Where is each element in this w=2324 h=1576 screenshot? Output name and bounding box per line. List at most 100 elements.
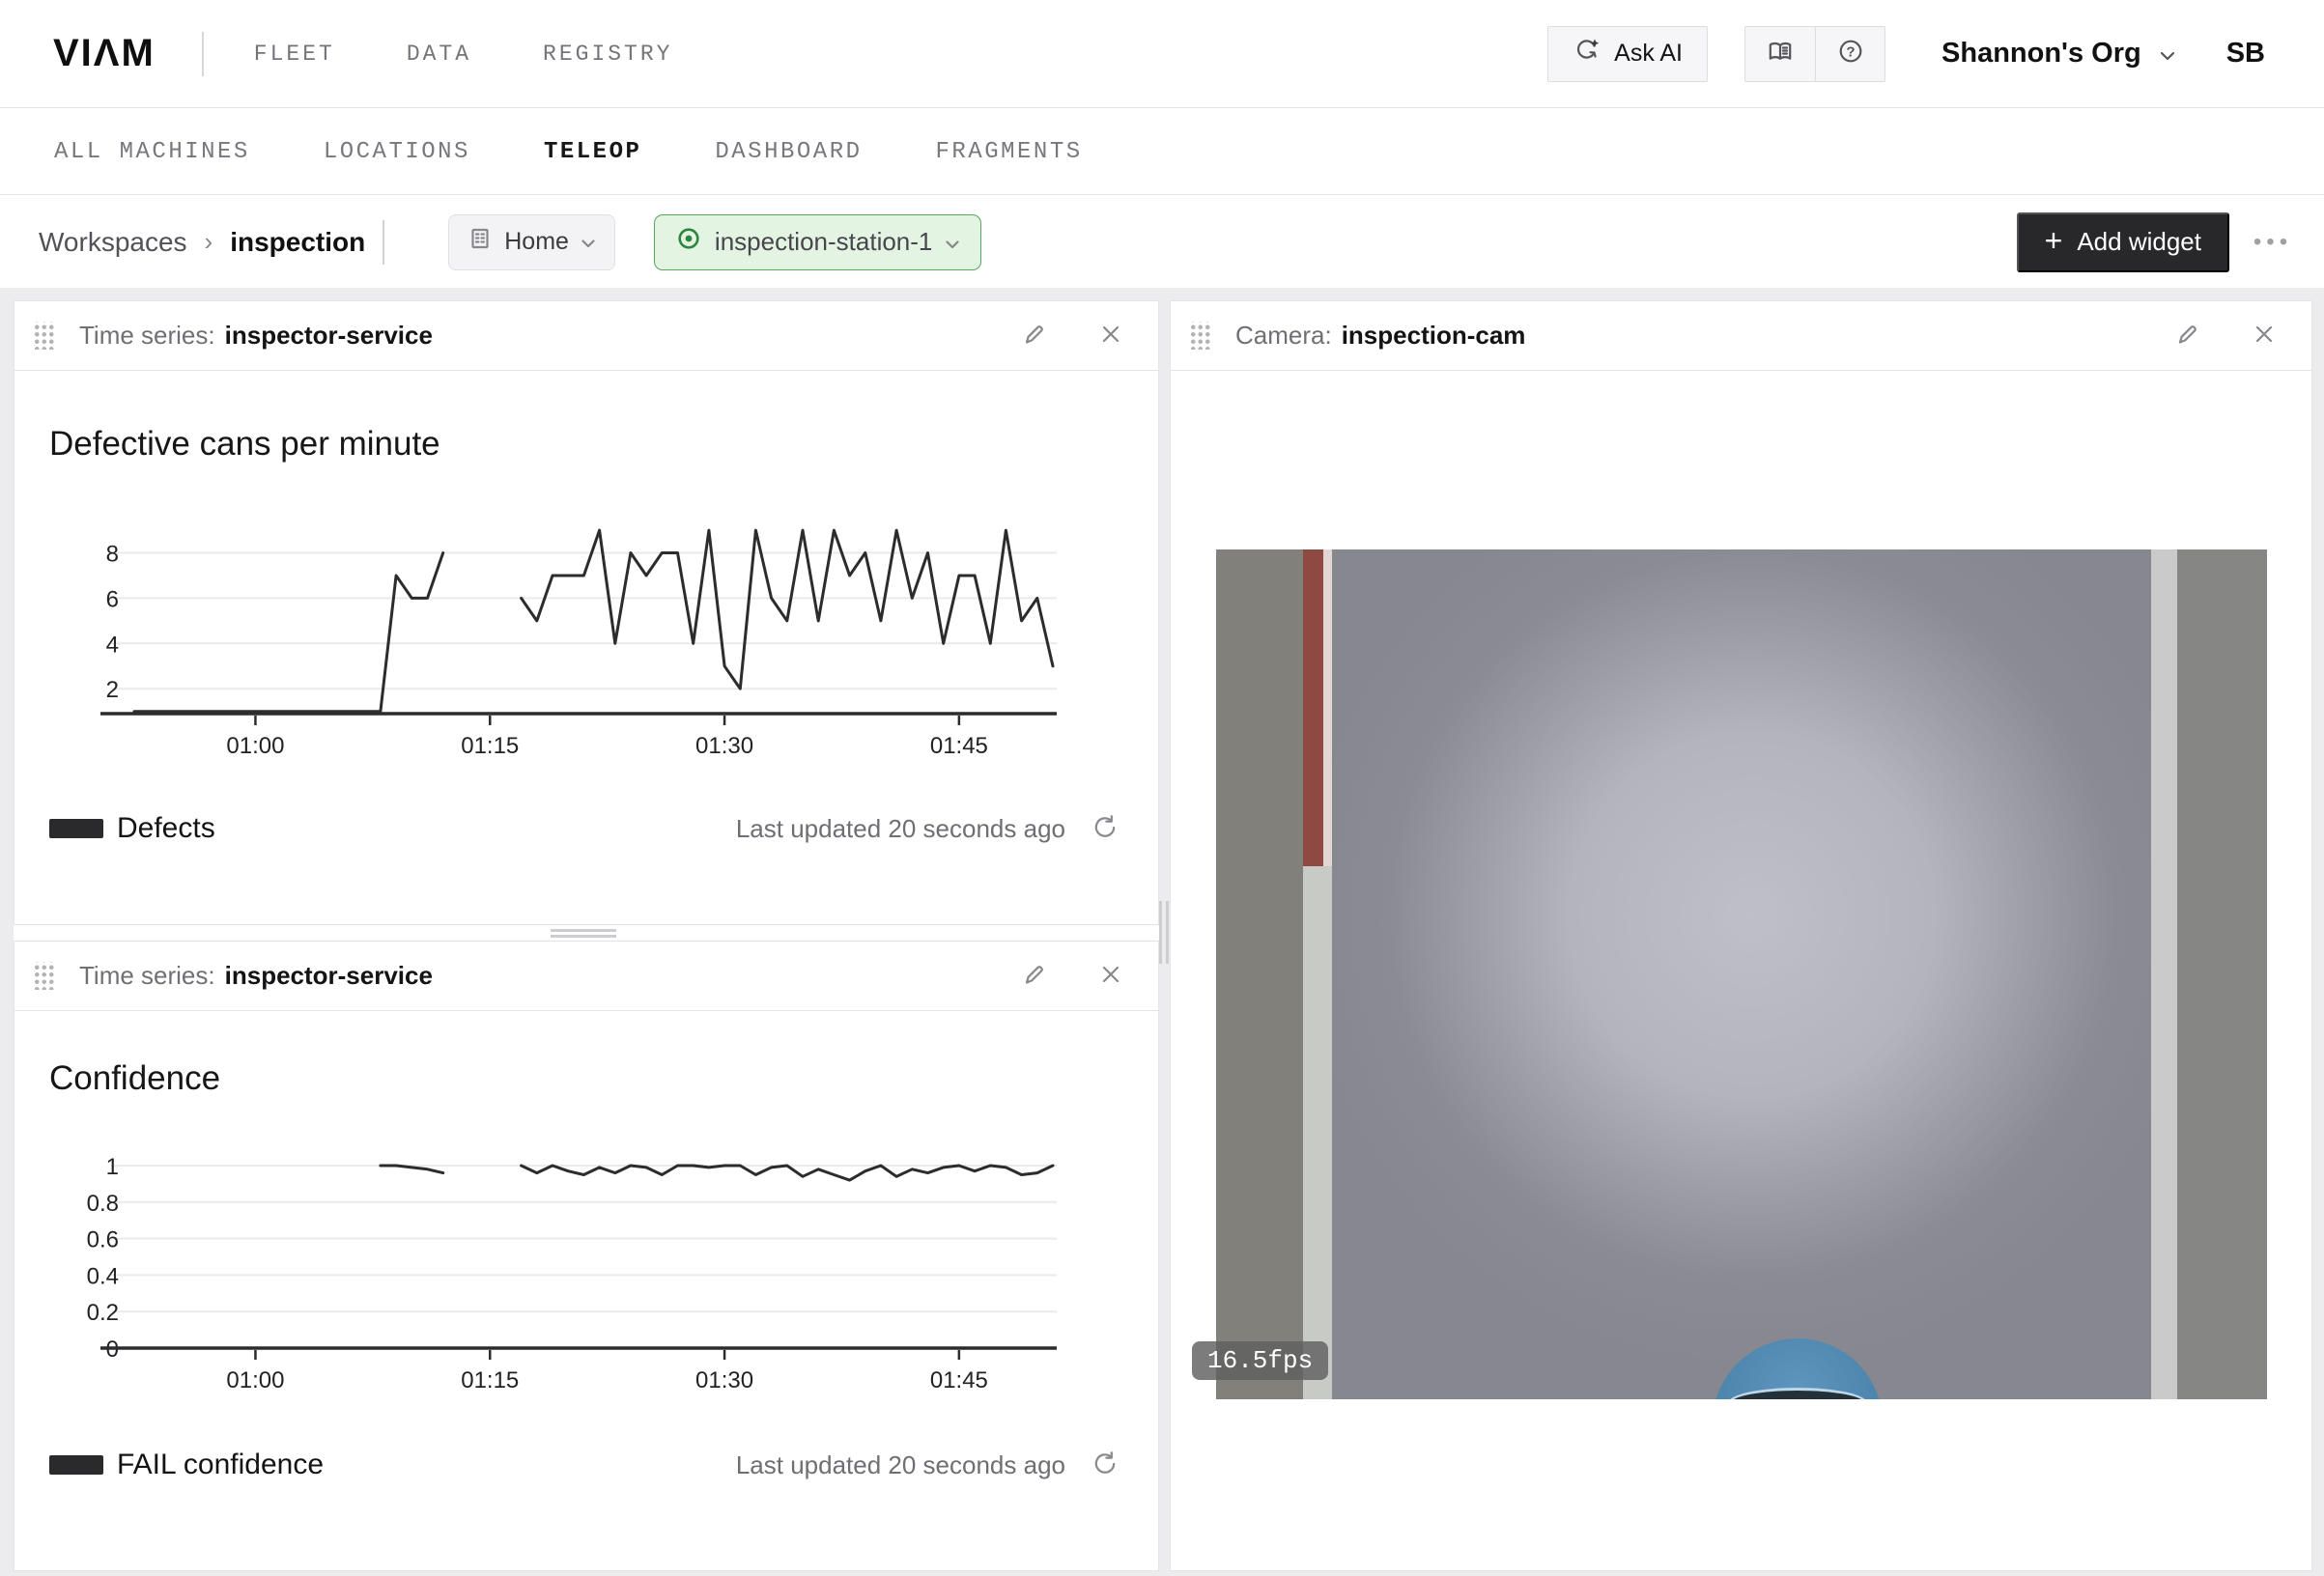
column-resize-grip-icon[interactable] (1159, 901, 1169, 964)
nav-item-data[interactable]: DATA (407, 42, 471, 67)
dashboard-canvas: Time series: inspector-service (0, 288, 2324, 1576)
workspace-name-caret (383, 220, 384, 265)
workspace-name-field[interactable]: inspection (230, 227, 365, 258)
breadcrumb-workspaces[interactable]: Workspaces (39, 227, 187, 258)
widget-source-name: inspection-cam (1342, 321, 1526, 351)
camera-left-band (1216, 549, 1303, 1399)
camera-light-blob (1216, 549, 2267, 1399)
refresh-button[interactable] (1091, 1449, 1119, 1481)
svg-text:1: 1 (106, 1154, 119, 1180)
pencil-icon (1021, 321, 1048, 351)
primary-nav: FLEET DATA REGISTRY (254, 42, 673, 67)
docs-help-group: ? (1744, 26, 1885, 82)
chevron-down-icon (581, 228, 596, 256)
refresh-icon (1091, 1449, 1119, 1481)
building-icon (468, 226, 493, 258)
chevron-down-icon (2159, 38, 2176, 70)
viam-logo[interactable]: VIΛM (53, 32, 156, 75)
last-updated-text: Last updated 20 seconds ago (736, 814, 1065, 844)
refresh-icon (1091, 813, 1119, 845)
svg-text:4: 4 (106, 632, 119, 658)
add-widget-button[interactable]: + Add widget (2017, 212, 2229, 272)
chart-footer: FAIL confidence Last updated 20 seconds … (49, 1444, 1119, 1486)
svg-text:01:00: 01:00 (226, 733, 284, 759)
svg-text:8: 8 (106, 542, 119, 568)
tab-all-machines[interactable]: ALL MACHINES (54, 139, 250, 165)
book-icon (1766, 37, 1795, 70)
viam-teleop-page: VIΛM FLEET DATA REGISTRY Ask AI (0, 0, 2324, 1576)
widget-source-name: inspector-service (225, 961, 433, 991)
close-widget-button[interactable] (2252, 322, 2277, 350)
nav-item-fleet[interactable]: FLEET (254, 42, 335, 67)
location-selector-button[interactable]: Home (448, 214, 615, 270)
confidence-chart: 00.20.40.60.8101:0001:1501:3001:45 (14, 1115, 1158, 1424)
pencil-icon (2174, 321, 2201, 351)
ask-ai-button[interactable]: Ask AI (1547, 26, 1708, 82)
edit-widget-button[interactable] (2174, 321, 2201, 351)
workspace-toolbar: Workspaces › inspection Home (0, 196, 2324, 288)
chevron-down-icon (945, 227, 960, 257)
avatar[interactable]: SB (2226, 38, 2265, 70)
section-tab-bar: ALL MACHINES LOCATIONS TELEOP DASHBOARD … (0, 109, 2324, 195)
widget-header: Time series: inspector-service (14, 942, 1158, 1011)
svg-text:2: 2 (106, 677, 119, 703)
timeseries-widget-defects: Time series: inspector-service (14, 300, 1159, 924)
close-widget-button[interactable] (1098, 962, 1123, 990)
machine-selector-pill[interactable]: inspection-station-1 (654, 214, 981, 270)
question-mark-icon: ? (1836, 37, 1865, 70)
tab-teleop[interactable]: TELEOP (544, 139, 641, 165)
nav-item-registry[interactable]: REGISTRY (543, 42, 672, 67)
documentation-button[interactable] (1745, 27, 1815, 81)
header-right: Ask AI ? (1547, 26, 2271, 82)
svg-text:0.4: 0.4 (87, 1263, 119, 1289)
camera-right-band (2177, 549, 2267, 1399)
edit-widget-button[interactable] (1021, 321, 1048, 351)
drag-handle-icon[interactable] (32, 962, 54, 990)
widget-type-label: Camera: (1235, 321, 1332, 351)
row-resize-gutter[interactable] (14, 924, 1159, 942)
edit-widget-button[interactable] (1021, 961, 1048, 991)
machine-selector-label: inspection-station-1 (715, 227, 932, 257)
svg-text:01:15: 01:15 (461, 1367, 519, 1393)
help-button[interactable]: ? (1815, 27, 1885, 81)
pencil-icon (1021, 961, 1048, 991)
more-menu-button[interactable]: ••• (2245, 229, 2301, 256)
widget-source-name: inspector-service (225, 321, 433, 351)
machine-live-icon (675, 225, 702, 259)
chart-title: Confidence (49, 1059, 220, 1098)
last-updated-text: Last updated 20 seconds ago (736, 1450, 1065, 1480)
tab-locations[interactable]: LOCATIONS (324, 139, 470, 165)
drag-handle-icon[interactable] (1188, 322, 1210, 350)
svg-text:0.6: 0.6 (87, 1227, 119, 1253)
widget-body: Confidence 00.20.40.60.8101:0001:1501:30… (14, 1011, 1158, 1570)
camera-right-light-stripe (2151, 549, 2177, 1399)
svg-text:01:45: 01:45 (930, 1367, 988, 1393)
chart-footer: Defects Last updated 20 seconds ago (49, 807, 1119, 850)
header-divider (202, 32, 204, 76)
camera-pale-stripe (1323, 549, 1332, 866)
widget-body: Defective cans per minute 246801:0001:15… (14, 371, 1158, 924)
tab-dashboard[interactable]: DASHBOARD (715, 139, 862, 165)
legend-label: Defects (117, 812, 215, 845)
widget-header: Camera: inspection-cam (1171, 301, 2311, 371)
svg-text:6: 6 (106, 586, 119, 612)
tab-fragments[interactable]: FRAGMENTS (936, 139, 1083, 165)
drag-handle-icon[interactable] (32, 322, 54, 350)
breadcrumb-separator: › (205, 227, 213, 257)
camera-feed-body: 16.5fps (1171, 371, 2311, 1570)
svg-text:0.2: 0.2 (87, 1300, 119, 1326)
close-widget-button[interactable] (1098, 322, 1123, 350)
org-switcher[interactable]: Shannon's Org (1941, 38, 2176, 70)
widget-type-label: Time series: (79, 961, 215, 991)
row-resize-grip-icon[interactable] (551, 929, 616, 938)
camera-video-frame (1216, 549, 2267, 1399)
legend-label: FAIL confidence (117, 1449, 324, 1481)
widget-header: Time series: inspector-service (14, 301, 1158, 371)
add-widget-label: Add widget (2077, 227, 2201, 257)
location-selector-label: Home (504, 228, 569, 256)
close-icon (2252, 322, 2277, 350)
close-icon (1098, 322, 1123, 350)
svg-text:01:30: 01:30 (695, 733, 753, 759)
close-icon (1098, 962, 1123, 990)
refresh-button[interactable] (1091, 813, 1119, 845)
